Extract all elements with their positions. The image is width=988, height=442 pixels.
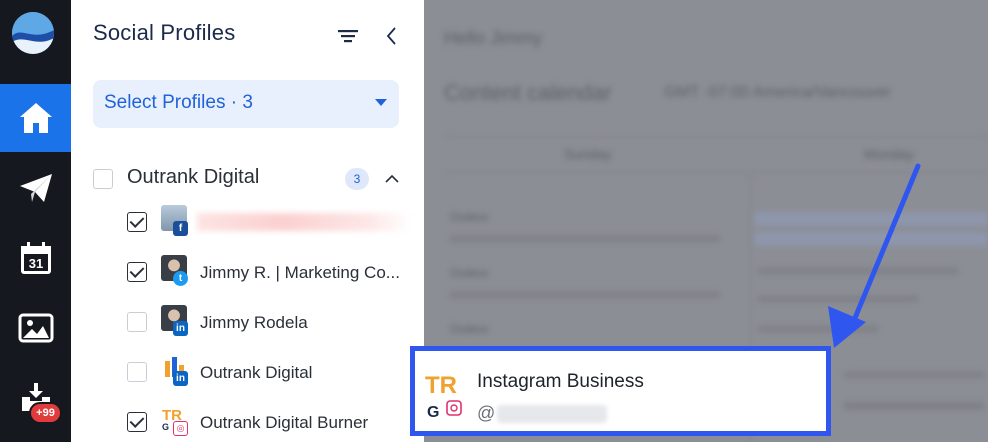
filter-icon: [338, 30, 358, 43]
instagram-icon: ◎: [173, 421, 188, 436]
group-count-badge: 3: [345, 168, 369, 190]
home-icon: [19, 103, 52, 133]
chevron-left-icon: [386, 27, 396, 45]
profile-tooltip: TR G Instagram Business @: [410, 346, 831, 436]
paper-plane-icon: [19, 174, 52, 202]
group-checkbox[interactable]: [93, 169, 113, 189]
svg-text:G: G: [162, 422, 169, 431]
blurred-entry: Outbox: [450, 322, 489, 336]
profile-checkbox[interactable]: [127, 362, 147, 382]
avatar: in: [159, 355, 189, 387]
linkedin-icon: in: [173, 371, 188, 386]
social-profiles-panel: Social Profiles Select Profiles · 3 Outr…: [71, 0, 424, 442]
blurred-entry: Outbox: [450, 266, 489, 280]
blurred-heading: Content calendar: [444, 80, 612, 105]
profile-checkbox[interactable]: [127, 212, 147, 232]
profile-item[interactable]: in Jimmy Rodela: [127, 305, 417, 339]
linkedin-icon: in: [173, 321, 188, 336]
chevron-up-icon[interactable]: [383, 170, 401, 188]
panel-title: Social Profiles: [93, 20, 236, 45]
popup-handle: @: [477, 403, 496, 423]
profile-name: Outrank Digital: [200, 363, 313, 382]
profile-item[interactable]: f: [127, 205, 417, 239]
popup-title: Instagram Business: [477, 371, 644, 392]
nav-home[interactable]: [0, 84, 71, 152]
nav-publish[interactable]: [0, 154, 71, 222]
calendar-icon: 31: [20, 242, 51, 274]
group-label: Outrank Digital: [127, 166, 260, 188]
profile-checkbox[interactable]: [127, 262, 147, 282]
image-icon: [18, 313, 53, 343]
redacted-profile-name: [197, 213, 412, 231]
profile-item[interactable]: in Outrank Digital: [127, 355, 417, 389]
collapse-panel-button[interactable]: [380, 24, 404, 48]
app-logo[interactable]: [12, 12, 54, 54]
facebook-icon: f: [173, 221, 188, 236]
profile-logo: TR G: [425, 372, 462, 421]
redacted-handle: [497, 405, 607, 423]
blurred-timezone: GMT -07:00 America/Vancouver: [664, 84, 892, 101]
caret-down-icon: [375, 99, 387, 106]
profile-group-outrank-digital[interactable]: Outrank Digital 3: [93, 164, 403, 194]
avatar: t: [159, 255, 189, 287]
nav-calendar[interactable]: 31: [0, 224, 71, 292]
blurred-greeting: Hello Jimmy: [444, 28, 543, 48]
twitter-icon: t: [173, 271, 188, 286]
profile-checkbox[interactable]: [127, 412, 147, 432]
select-profiles-label: Select Profiles · 3: [104, 92, 253, 113]
logo-letters: TR: [425, 372, 457, 399]
nav-media[interactable]: [0, 294, 71, 362]
app-rail: 31 +99: [0, 0, 71, 442]
filter-button[interactable]: [336, 24, 360, 48]
profile-item[interactable]: TR G ◎ Outrank Digital Burner: [127, 405, 417, 439]
profile-item[interactable]: t Jimmy R. | Marketing Co...: [127, 255, 417, 289]
profile-name: Jimmy Rodela: [200, 313, 308, 332]
calendar-day: 31: [28, 256, 42, 271]
profile-checkbox[interactable]: [127, 312, 147, 332]
callout-arrow-icon: [828, 163, 921, 348]
select-profiles-dropdown[interactable]: Select Profiles · 3: [93, 80, 399, 128]
avatar: in: [159, 305, 189, 337]
logo-sub: G: [427, 404, 439, 421]
avatar: TR G ◎: [159, 405, 189, 437]
profile-name: Outrank Digital Burner: [200, 413, 369, 432]
notification-badge: +99: [29, 402, 62, 424]
profile-name: Jimmy R. | Marketing Co...: [200, 263, 400, 282]
blurred-col-sunday: Sunday: [564, 146, 612, 162]
avatar: f: [159, 205, 189, 237]
blurred-entry: Outbox: [450, 210, 489, 224]
